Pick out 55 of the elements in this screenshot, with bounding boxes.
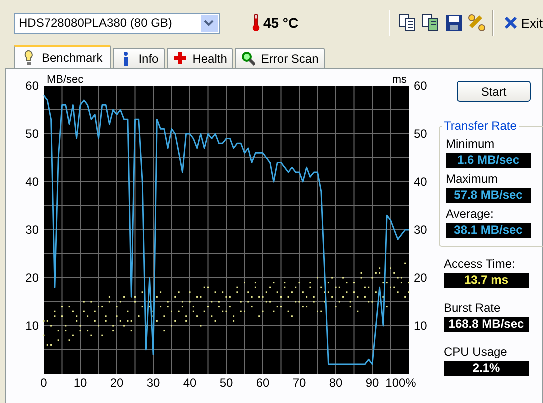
x-tick-label: 100% bbox=[386, 376, 416, 390]
x-tick-label: 60 bbox=[256, 376, 270, 390]
reading-label: Maximum bbox=[446, 172, 500, 186]
right-tick-label: 20 bbox=[414, 271, 428, 285]
y-tick-label: 50 bbox=[26, 127, 39, 141]
reading-value: 1.6 MB/sec bbox=[446, 153, 531, 168]
right-tick-label: 60 bbox=[414, 79, 428, 93]
reading-value: 2.1% bbox=[444, 361, 529, 376]
group-title: Transfer Rate bbox=[443, 119, 518, 133]
x-tick-label: 80 bbox=[329, 376, 343, 390]
tab[interactable]: Benchmark bbox=[14, 45, 111, 68]
y-tick-label: 40 bbox=[26, 175, 39, 189]
caret-icon[interactable] bbox=[204, 20, 214, 26]
magnifier-icon bbox=[241, 50, 256, 66]
right-tick-label: 30 bbox=[414, 223, 428, 237]
tab[interactable]: Info bbox=[112, 48, 165, 68]
reading-value: 168.8 MB/sec bbox=[444, 317, 529, 332]
reading-label: Burst Rate bbox=[444, 301, 502, 315]
reading-value: 38.1 MB/sec bbox=[446, 223, 531, 238]
right-tick-label: 40 bbox=[414, 175, 428, 189]
tab[interactable]: Health bbox=[166, 48, 234, 68]
thermometer-icon bbox=[252, 12, 260, 34]
y-axis-label: MB/sec bbox=[47, 74, 84, 86]
reading-label: Average: bbox=[446, 207, 495, 221]
reading-label: CPU Usage bbox=[444, 345, 508, 359]
save-icon[interactable] bbox=[444, 13, 464, 33]
tab[interactable]: Error Scan bbox=[235, 48, 325, 68]
x-tick-label: 50 bbox=[220, 376, 234, 390]
x-tick-label: 30 bbox=[146, 376, 160, 390]
x-tick-label: 20 bbox=[110, 376, 124, 390]
y-tick-label: 60 bbox=[26, 79, 39, 93]
reading-value: 13.7 ms bbox=[444, 273, 529, 288]
start-button[interactable]: Start bbox=[457, 81, 531, 102]
exit-button[interactable]: Exit bbox=[504, 16, 543, 30]
bulb-icon bbox=[22, 50, 36, 66]
right-axis-label: ms bbox=[392, 74, 407, 86]
reading-value: 57.8 MB/sec bbox=[446, 188, 531, 203]
close-icon bbox=[504, 16, 518, 30]
x-tick-label: 10 bbox=[74, 376, 88, 390]
right-tick-label: 50 bbox=[414, 127, 428, 141]
y-tick-label: 20 bbox=[26, 271, 39, 285]
reading-label: Access Time: bbox=[444, 257, 516, 271]
right-tick-label: 10 bbox=[414, 319, 428, 333]
x-tick-label: 70 bbox=[292, 376, 306, 390]
x-tick-label: 0 bbox=[40, 376, 48, 390]
drive-dropdown[interactable]: HDS728080PLA380 (80 GB) bbox=[14, 12, 220, 34]
y-tick-label: 10 bbox=[26, 319, 39, 333]
medical-cross-icon bbox=[172, 50, 187, 66]
x-tick-label: 90 bbox=[366, 376, 380, 390]
paste-documents-icon[interactable] bbox=[421, 13, 442, 33]
x-tick-label: 40 bbox=[183, 376, 197, 390]
reading-label: Minimum bbox=[446, 137, 496, 151]
temperature-reading: 45 °C bbox=[263, 15, 299, 31]
y-tick-label: 30 bbox=[26, 223, 39, 237]
copy-documents-icon[interactable] bbox=[398, 13, 418, 33]
